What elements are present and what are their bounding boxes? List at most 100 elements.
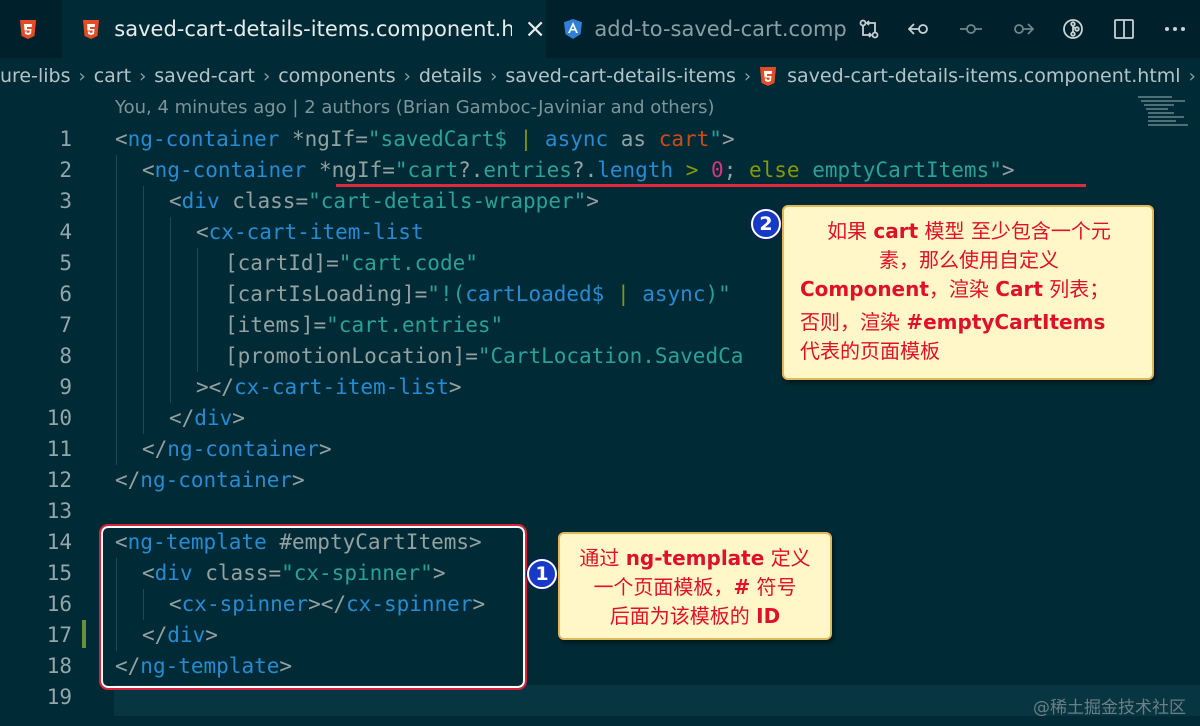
minimap-line: [1138, 96, 1172, 98]
breadcrumb-item[interactable]: saved-cart: [154, 65, 255, 87]
line-number: 5: [59, 251, 72, 275]
git-commit-icon[interactable]: [945, 0, 996, 58]
code-text: <div class="cart-details-wrapper">: [169, 186, 599, 217]
note-text: 通过: [579, 546, 626, 570]
code-text: [cartIsLoading]="!(cartLoaded$ | async)": [225, 279, 731, 310]
breadcrumb-item[interactable]: cart: [94, 65, 131, 87]
breadcrumb-item[interactable]: details: [419, 65, 482, 87]
note-line: 否则，渲染 #emptyCartItems: [800, 308, 1138, 337]
token: ng-container: [140, 468, 293, 492]
note-text: ID: [756, 604, 781, 628]
token: async: [642, 282, 706, 306]
token: 0: [711, 158, 724, 182]
code-text: <cx-cart-item-list: [196, 217, 424, 248]
token: ng-container: [127, 127, 280, 151]
token: [cartId]=: [225, 251, 339, 275]
token: div: [194, 406, 233, 430]
source-control-compare-icon[interactable]: [843, 0, 894, 58]
minimap[interactable]: [1138, 94, 1200, 128]
note-text: 如果: [827, 219, 874, 243]
tab-saved-cart-details-items[interactable]: saved-cart-details-items.component.html …: [62, 0, 546, 58]
token: <: [169, 189, 182, 213]
token: "cart.code": [338, 251, 478, 275]
code-line: 10 </div>: [0, 403, 1200, 434]
tab-add-to-saved-cart[interactable]: add-to-saved-cart.compor: [546, 0, 846, 58]
minimap-line: [1141, 100, 1185, 102]
line-number: 7: [59, 313, 72, 337]
token: |: [604, 282, 643, 306]
minimap-line: [1148, 112, 1174, 114]
note-text: 否则，渲染: [800, 310, 907, 334]
token: >: [232, 406, 245, 430]
note-text: ，渲染: [928, 277, 996, 301]
token: >: [448, 375, 462, 399]
code-line: 1 <ng-container *ngIf="savedCart$ | asyn…: [0, 124, 1200, 155]
token: <: [115, 127, 128, 151]
line-number: 9: [59, 375, 72, 399]
highlight-box: [99, 524, 527, 690]
git-blame-annotation[interactable]: You, 4 minutes ago | 2 authors (Brian Ga…: [115, 97, 715, 118]
token: *ngIf=: [306, 158, 395, 182]
token: ng-container: [167, 437, 320, 461]
more-actions-icon[interactable]: [1149, 0, 1200, 58]
code-line: 2 <ng-container *ngIf="cart?.entries?.le…: [0, 155, 1200, 186]
go-forward-icon[interactable]: [996, 0, 1047, 58]
note-text: 素，那么使用自定义: [879, 248, 1059, 272]
tab-previous[interactable]: [0, 0, 62, 58]
close-icon[interactable]: ×: [524, 16, 546, 42]
token: "cart.entries": [326, 313, 504, 337]
token: async: [544, 127, 609, 151]
note-text: #: [733, 575, 751, 599]
watermark: @稀土掘金技术社区: [1033, 698, 1186, 718]
token: >: [721, 127, 735, 151]
note-text: 列表；: [1042, 277, 1110, 301]
token: "!(: [427, 282, 466, 306]
token: ": [709, 127, 722, 151]
token: else: [748, 158, 800, 182]
chevron-right-icon: ›: [139, 65, 147, 87]
chevron-right-icon: ›: [78, 65, 86, 87]
token: cart: [407, 158, 459, 182]
token: |: [506, 127, 545, 151]
minimap-line: [1144, 104, 1174, 106]
tab-title: add-to-saved-cart.compor: [594, 17, 846, 41]
note-text: cart: [873, 219, 919, 243]
token: cx-cart-item-list: [208, 220, 424, 244]
html5-icon: [82, 18, 100, 40]
token: "cart-details-wrapper": [308, 189, 587, 213]
note-text: Component: [800, 277, 929, 301]
line-number: 18: [46, 654, 72, 678]
token: length: [597, 158, 674, 182]
note-text: 后面为该模板的: [609, 604, 757, 628]
token: "CartLocation.SavedCa: [477, 344, 744, 368]
token: cartLoaded$: [465, 282, 605, 306]
token: </: [169, 406, 195, 430]
note-line: Component，渲染 Cart 列表；: [800, 275, 1138, 304]
git-lens-icon[interactable]: [1047, 0, 1098, 58]
code-line: 12 </ng-container>: [0, 465, 1200, 496]
line-number: 4: [59, 220, 72, 244]
chevron-right-icon: ›: [1188, 65, 1196, 87]
note-line: 素，那么使用自定义: [800, 246, 1138, 275]
token: savedCart$: [380, 127, 507, 151]
go-back-icon[interactable]: [894, 0, 945, 58]
code-line: 11 </ng-container>: [0, 434, 1200, 465]
breadcrumb-item[interactable]: ure-libs: [0, 65, 71, 87]
line-number: 15: [46, 561, 72, 585]
callout-note-1: 通过 ng-template 定义 一个页面模板，# 符号 后面为该模板的 ID: [558, 532, 832, 640]
note-line: 一个页面模板，# 符号: [568, 573, 822, 602]
breadcrumb-item[interactable]: components: [278, 65, 395, 87]
token: entries: [483, 158, 572, 182]
split-editor-icon[interactable]: [1098, 0, 1149, 58]
breadcrumb-item[interactable]: saved-cart-details-items.component.html: [787, 65, 1180, 87]
editor-actions: [843, 0, 1200, 58]
note-text: 定义: [764, 546, 811, 570]
token: ": [394, 158, 408, 182]
breadcrumb-item[interactable]: saved-cart-details-items: [505, 65, 736, 87]
token: >: [673, 158, 712, 182]
token: >: [319, 437, 332, 461]
line-number: 10: [46, 406, 72, 430]
token: ng-container: [154, 158, 307, 182]
token: ;: [723, 158, 749, 182]
token: >: [1001, 158, 1015, 182]
